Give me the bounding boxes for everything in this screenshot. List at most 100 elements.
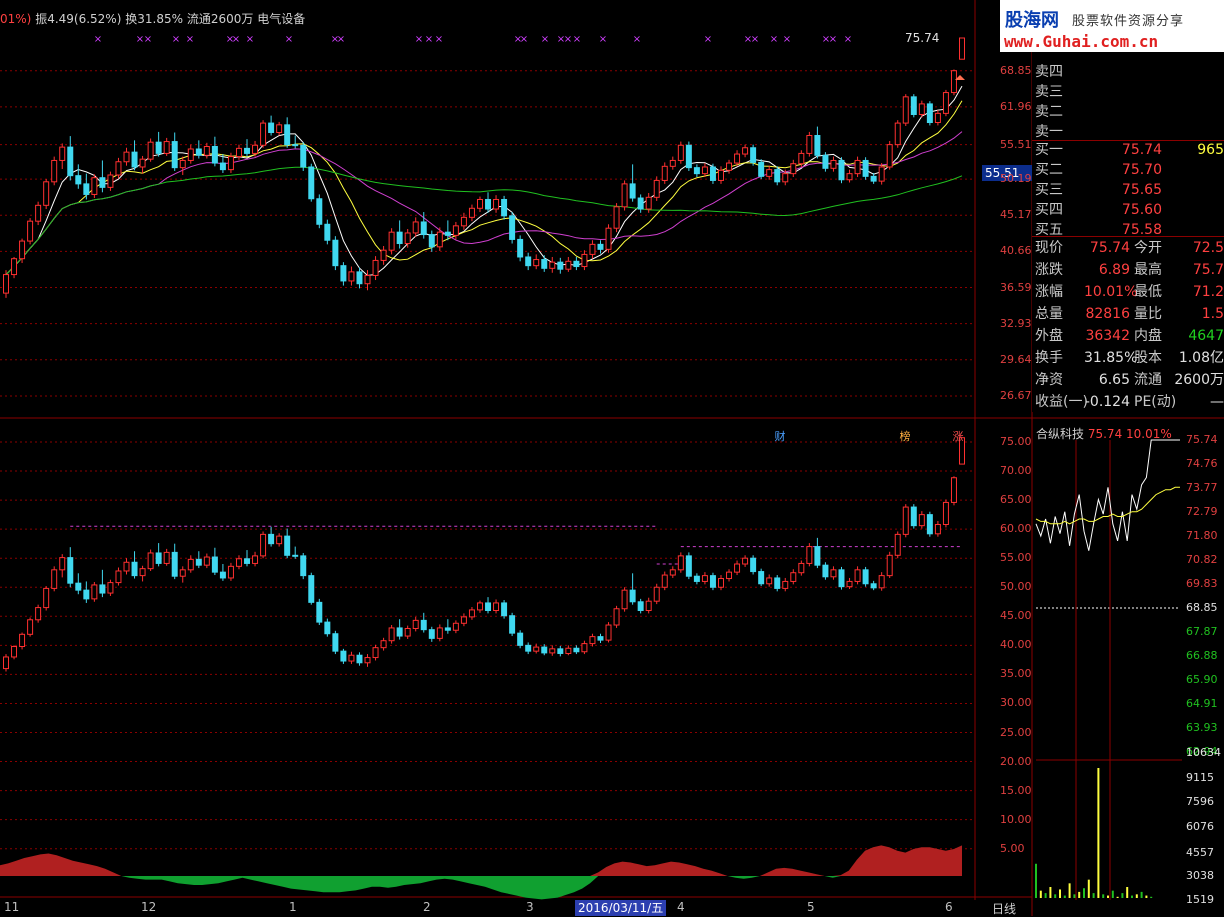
sub-candle-body xyxy=(854,569,861,582)
sub-candle-body xyxy=(886,554,893,577)
stats-value: 75.74 xyxy=(1089,240,1130,256)
buy-level-2[interactable]: 买二 75.70 xyxy=(1032,160,1224,180)
candle-body xyxy=(653,179,660,198)
candle-body xyxy=(372,259,379,276)
info-prefix: 01%) xyxy=(0,12,32,26)
stats-label: 涨幅 xyxy=(1035,284,1063,300)
sub-candle-body xyxy=(3,656,9,670)
candle-body xyxy=(171,141,178,169)
sub-candle-body xyxy=(822,564,829,578)
candle-body xyxy=(316,198,323,225)
mini-price-tick: 67.87 xyxy=(1186,624,1218,638)
stats-label: 现价 xyxy=(1035,240,1063,256)
candle-body xyxy=(332,239,339,267)
signal-marker: × xyxy=(564,34,572,45)
mini-volume-tick: 1519 xyxy=(1186,893,1214,906)
period-label[interactable]: 日线 xyxy=(992,900,1016,917)
stats-label: 总量 xyxy=(1035,306,1063,322)
candle-body xyxy=(830,159,837,169)
candle-body xyxy=(179,159,186,169)
candle-body xyxy=(3,274,9,294)
sub-candle-body xyxy=(11,646,18,658)
signal-marker: × xyxy=(172,34,180,45)
signal-marker: × xyxy=(520,34,528,45)
stats-label: 今开 xyxy=(1134,240,1162,256)
candle-body xyxy=(131,151,138,168)
candle-body xyxy=(107,174,114,188)
sub-candle-body xyxy=(372,647,379,659)
stats-row: 收益(一) -0.124 PE(动) — xyxy=(1032,392,1224,412)
stats-value: 1.08亿 xyxy=(1178,350,1224,366)
candle-body xyxy=(878,166,885,182)
x-axis-tick: 12 xyxy=(141,900,157,914)
candle-body xyxy=(203,146,210,156)
stats-label: 流通 xyxy=(1134,372,1162,388)
mini-chart-title: 合纵科技 75.74 10.01% xyxy=(1036,425,1172,442)
sub-candle-body xyxy=(163,551,170,564)
stats-label: 内盘 xyxy=(1134,328,1162,344)
sub-candle-body xyxy=(774,577,781,589)
mini-price-tick: 65.90 xyxy=(1186,672,1218,686)
sub-candle-body xyxy=(59,557,66,571)
finance-tag[interactable]: 财 xyxy=(772,430,788,444)
candle-body xyxy=(83,183,90,195)
sub-candle-body xyxy=(227,565,234,579)
sub-candle-body xyxy=(412,619,419,630)
sell-level-3[interactable]: 卖三 xyxy=(1032,82,1224,102)
main-axis-tick: 50.19 xyxy=(1000,172,1032,186)
signal-marker: × xyxy=(425,34,433,45)
buy-level-3[interactable]: 买三 75.65 xyxy=(1032,180,1224,200)
ranking-tag[interactable]: 榜 xyxy=(897,430,913,444)
sub-candle-body xyxy=(541,646,548,654)
candle-body xyxy=(91,177,98,195)
signal-marker: × xyxy=(144,34,152,45)
sub-candle-body xyxy=(750,557,757,573)
sub-axis-tick: 25.00 xyxy=(1000,725,1032,739)
sub-candle-body xyxy=(35,607,42,621)
sub-candle-body xyxy=(878,575,885,589)
stats-label: 量比 xyxy=(1134,306,1162,322)
sub-axis-tick: 60.00 xyxy=(1000,522,1032,536)
candle-body xyxy=(187,148,194,161)
candle-body xyxy=(219,162,226,171)
sub-axis-tick: 55.00 xyxy=(1000,551,1032,565)
sub-candle-body xyxy=(203,556,210,566)
sub-candle-body xyxy=(605,624,612,641)
stats-label: 股本 xyxy=(1134,350,1162,366)
sell-level-4[interactable]: 卖四 xyxy=(1032,62,1224,82)
limit-up-tag[interactable]: 涨 xyxy=(950,430,966,444)
candle-body xyxy=(557,261,564,270)
sub-candle-body xyxy=(790,572,797,582)
main-axis-tick: 45.17 xyxy=(1000,208,1032,222)
sub-candle-body xyxy=(235,558,242,567)
sub-candle-body xyxy=(565,647,572,654)
sell-level-2[interactable]: 卖二 xyxy=(1032,102,1224,122)
buy-level-1[interactable]: 买一 75.74 965 xyxy=(1032,140,1224,160)
sell-level-1[interactable]: 卖一 xyxy=(1032,122,1224,142)
candle-body xyxy=(669,159,676,167)
sub-axis-tick: 65.00 xyxy=(1000,493,1032,507)
candle-body xyxy=(814,134,821,156)
sell-label: 卖二 xyxy=(1035,104,1063,120)
candle-body xyxy=(950,70,957,94)
buy-level-5[interactable]: 买五 75.58 xyxy=(1032,220,1224,240)
buy-price: 75.60 xyxy=(1121,202,1162,218)
mini-volume-tick: 6076 xyxy=(1186,820,1214,833)
sub-candle-body xyxy=(758,571,765,585)
candle-body xyxy=(846,173,853,181)
sub-candle-body xyxy=(726,571,733,580)
buy-level-4[interactable]: 买四 75.60 xyxy=(1032,200,1224,220)
candle-body xyxy=(59,146,66,161)
signal-marker: × xyxy=(94,34,102,45)
candle-body xyxy=(195,148,202,156)
mini-price-tick: 64.91 xyxy=(1186,696,1218,710)
candle-body xyxy=(621,183,628,208)
x-axis-tick: 4 xyxy=(677,900,685,914)
sub-candle-body xyxy=(179,569,186,577)
stats-value: 31.85% xyxy=(1084,350,1138,366)
sub-candle-body xyxy=(308,575,315,603)
sub-candle-body xyxy=(918,514,925,527)
sub-candle-body xyxy=(476,602,483,611)
sub-candle-body xyxy=(316,601,323,623)
sub-candle-body xyxy=(348,654,355,662)
